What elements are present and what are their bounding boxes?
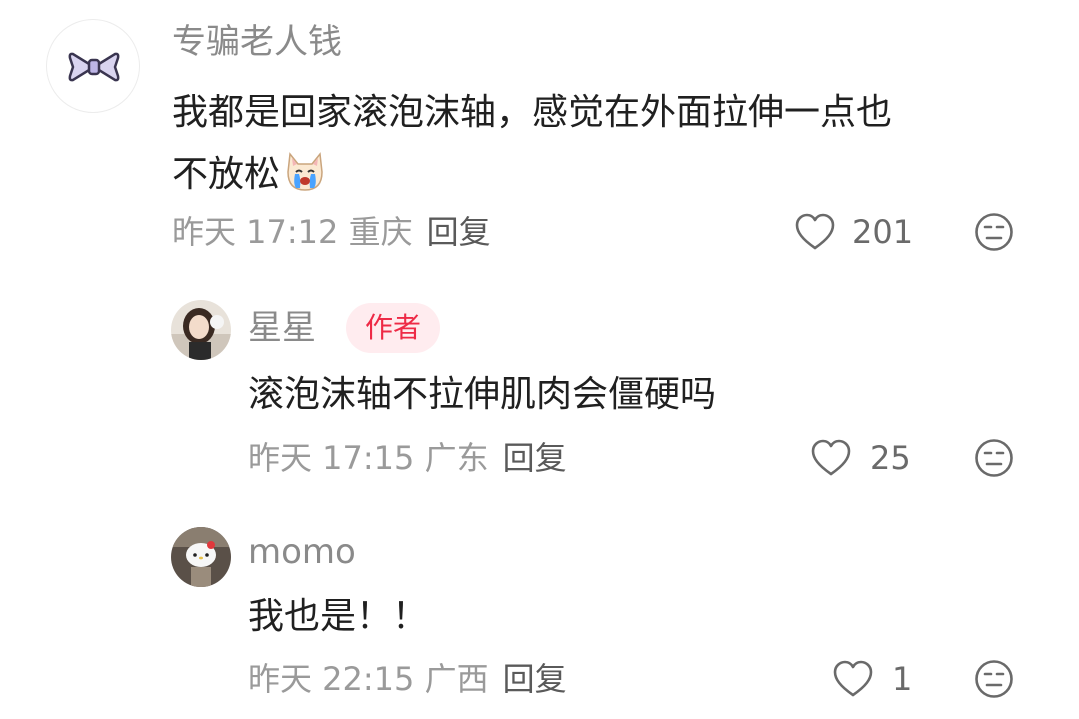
reply-button[interactable]: 回复: [503, 439, 567, 477]
bow-icon: [68, 52, 120, 82]
heart-icon[interactable]: [810, 438, 852, 478]
comment-text-line2: 不放松: [172, 148, 328, 196]
crying-dog-emoji: [287, 152, 323, 191]
dislike-face-icon[interactable]: [974, 659, 1014, 699]
reply-text: 滚泡沫轴不拉伸肌肉会僵硬吗: [248, 374, 717, 415]
avatar[interactable]: [171, 527, 231, 587]
heart-icon[interactable]: [794, 212, 836, 252]
user-photo: [171, 527, 231, 587]
reply-time-location: 昨天 17:15 广东: [248, 439, 489, 477]
reply-meta: 昨天 17:15 广东 回复: [248, 438, 567, 478]
user-photo: [171, 300, 231, 360]
reply-text: 我也是！！: [248, 596, 429, 637]
reply-time-location: 昨天 22:15 广西: [248, 660, 489, 698]
comment-username[interactable]: 专骗老人钱: [172, 22, 342, 62]
reply-username[interactable]: momo: [248, 532, 356, 572]
like-count: 201: [852, 213, 914, 251]
like-count: 1: [892, 660, 913, 698]
comment-text: 不放松: [172, 154, 281, 195]
comment-text-line1: 我都是回家滚泡沫轴，感觉在外面拉伸一点也: [172, 92, 893, 133]
reply-button[interactable]: 回复: [503, 660, 567, 698]
comment-time-location: 昨天 17:12 重庆: [172, 213, 413, 251]
reply-button[interactable]: 回复: [427, 213, 491, 251]
avatar[interactable]: [171, 300, 231, 360]
comment-meta: 昨天 17:12 重庆 回复: [172, 212, 491, 252]
dislike-face-icon[interactable]: [974, 438, 1014, 478]
dislike-face-icon[interactable]: [974, 212, 1014, 252]
reply-meta: 昨天 22:15 广西 回复: [248, 659, 567, 699]
like-count: 25: [870, 439, 911, 477]
heart-icon[interactable]: [832, 659, 874, 699]
author-badge: 作者: [346, 303, 440, 353]
reply-username[interactable]: 星星: [248, 308, 316, 348]
avatar[interactable]: [46, 19, 140, 113]
